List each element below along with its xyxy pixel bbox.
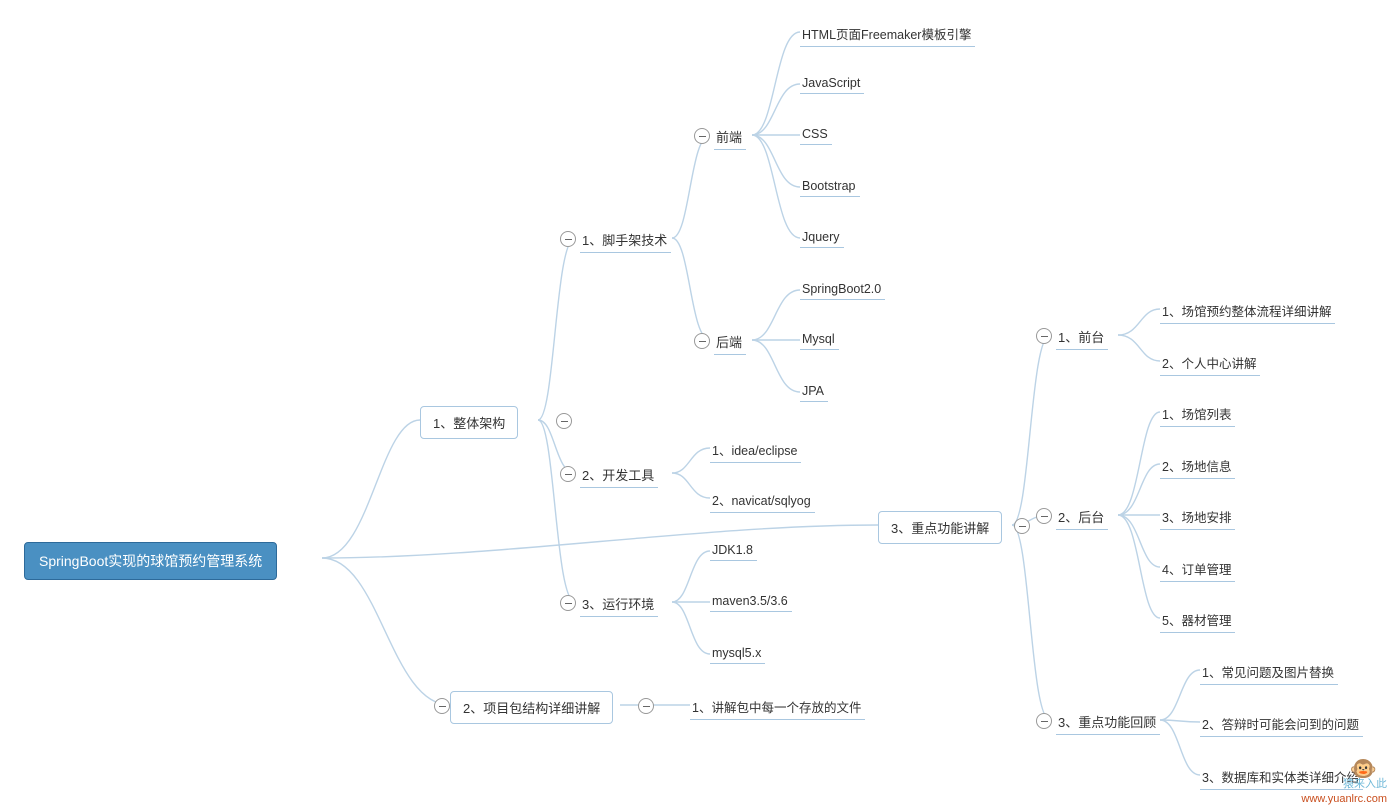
leaf-label: CSS: [802, 127, 828, 141]
leaf-equip-mgmt[interactable]: 5、器材管理: [1160, 608, 1235, 633]
leaf-label: JDK1.8: [712, 543, 753, 557]
node-label: 3、重点功能讲解: [891, 521, 989, 536]
leaf-label: 2、个人中心讲解: [1162, 357, 1256, 371]
leaf-faq[interactable]: 1、常见问题及图片替换: [1200, 660, 1338, 685]
collapse-icon[interactable]: [1036, 508, 1052, 524]
leaf-label: 1、idea/eclipse: [712, 444, 797, 458]
root-node[interactable]: SpringBoot实现的球馆预约管理系统: [24, 542, 277, 580]
leaf-label: HTML页面Freemaker模板引擎: [802, 28, 971, 42]
leaf-profile[interactable]: 2、个人中心讲解: [1160, 351, 1260, 376]
root-label: SpringBoot实现的球馆预约管理系统: [39, 553, 262, 569]
leaf-label: mysql5.x: [712, 646, 761, 660]
leaf-label: maven3.5/3.6: [712, 594, 788, 608]
node-label: 3、重点功能回顾: [1058, 715, 1156, 730]
node-key-features[interactable]: 3、重点功能讲解: [878, 511, 1002, 544]
leaf-navicat[interactable]: 2、navicat/sqlyog: [710, 488, 815, 513]
node-label: 2、项目包结构详细讲解: [463, 701, 600, 716]
leaf-label: 2、navicat/sqlyog: [712, 494, 811, 508]
leaf-label: 2、答辩时可能会问到的问题: [1202, 718, 1359, 732]
watermark-url: www.yuanlrc.com: [1301, 792, 1387, 806]
leaf-label: JPA: [802, 384, 824, 398]
leaf-label: Mysql: [802, 332, 835, 346]
node-label: 2、开发工具: [582, 468, 654, 483]
leaf-label: 2、场地信息: [1162, 460, 1231, 474]
node-review[interactable]: 3、重点功能回顾: [1056, 710, 1160, 735]
collapse-icon[interactable]: [556, 413, 572, 429]
leaf-bootstrap[interactable]: Bootstrap: [800, 177, 860, 197]
leaf-booking-flow[interactable]: 1、场馆预约整体流程详细讲解: [1160, 299, 1335, 324]
leaf-venue-list[interactable]: 1、场馆列表: [1160, 402, 1235, 427]
leaf-mysql[interactable]: Mysql: [800, 330, 839, 350]
leaf-defense[interactable]: 2、答辩时可能会问到的问题: [1200, 712, 1363, 737]
leaf-jdk[interactable]: JDK1.8: [710, 541, 757, 561]
leaf-label: Jquery: [802, 230, 840, 244]
node-architecture[interactable]: 1、整体架构: [420, 406, 518, 439]
collapse-icon[interactable]: [694, 128, 710, 144]
node-package-structure[interactable]: 2、项目包结构详细讲解: [450, 691, 613, 724]
leaf-label: 1、场馆列表: [1162, 408, 1231, 422]
leaf-idea[interactable]: 1、idea/eclipse: [710, 438, 801, 463]
leaf-jquery[interactable]: Jquery: [800, 228, 844, 248]
node-label: 1、前台: [1058, 330, 1104, 345]
collapse-icon[interactable]: [638, 698, 654, 714]
leaf-label: 1、常见问题及图片替换: [1202, 666, 1334, 680]
leaf-label: 1、场馆预约整体流程详细讲解: [1162, 305, 1331, 319]
node-label: 后端: [716, 335, 742, 350]
leaf-css[interactable]: CSS: [800, 125, 832, 145]
watermark-cn: 猿来入此: [1301, 777, 1387, 791]
node-runtime[interactable]: 3、运行环境: [580, 592, 658, 617]
leaf-springboot[interactable]: SpringBoot2.0: [800, 280, 885, 300]
collapse-icon[interactable]: [1036, 713, 1052, 729]
node-backend[interactable]: 后端: [714, 330, 746, 355]
node-backstage[interactable]: 2、后台: [1056, 505, 1108, 530]
leaf-label: JavaScript: [802, 76, 860, 90]
node-frontend[interactable]: 前端: [714, 125, 746, 150]
leaf-label: 4、订单管理: [1162, 563, 1231, 577]
node-label: 3、运行环境: [582, 597, 654, 612]
leaf-javascript[interactable]: JavaScript: [800, 74, 864, 94]
collapse-icon[interactable]: [434, 698, 450, 714]
leaf-order-mgmt[interactable]: 4、订单管理: [1160, 557, 1235, 582]
node-scaffold[interactable]: 1、脚手架技术: [580, 228, 671, 253]
leaf-label: 5、器材管理: [1162, 614, 1231, 628]
node-label: 前端: [716, 130, 742, 145]
watermark: 猿来入此 www.yuanlrc.com: [1301, 777, 1387, 806]
collapse-icon[interactable]: [560, 595, 576, 611]
collapse-icon[interactable]: [560, 231, 576, 247]
leaf-label: 1、讲解包中每一个存放的文件: [692, 701, 861, 715]
node-label: 1、整体架构: [433, 416, 505, 431]
leaf-html[interactable]: HTML页面Freemaker模板引擎: [800, 22, 975, 47]
leaf-label: 3、场地安排: [1162, 511, 1231, 525]
leaf-jpa[interactable]: JPA: [800, 382, 828, 402]
leaf-label: SpringBoot2.0: [802, 282, 881, 296]
node-label: 1、脚手架技术: [582, 233, 667, 248]
leaf-maven[interactable]: maven3.5/3.6: [710, 592, 792, 612]
node-frontstage[interactable]: 1、前台: [1056, 325, 1108, 350]
collapse-icon[interactable]: [1036, 328, 1052, 344]
leaf-venue-info[interactable]: 2、场地信息: [1160, 454, 1235, 479]
collapse-icon[interactable]: [560, 466, 576, 482]
collapse-icon[interactable]: [694, 333, 710, 349]
leaf-mysql5[interactable]: mysql5.x: [710, 644, 765, 664]
collapse-icon[interactable]: [1014, 518, 1030, 534]
leaf-venue-sched[interactable]: 3、场地安排: [1160, 505, 1235, 530]
leaf-label: Bootstrap: [802, 179, 856, 193]
node-devtool[interactable]: 2、开发工具: [580, 463, 658, 488]
leaf-pkg-explain[interactable]: 1、讲解包中每一个存放的文件: [690, 695, 865, 720]
node-label: 2、后台: [1058, 510, 1104, 525]
